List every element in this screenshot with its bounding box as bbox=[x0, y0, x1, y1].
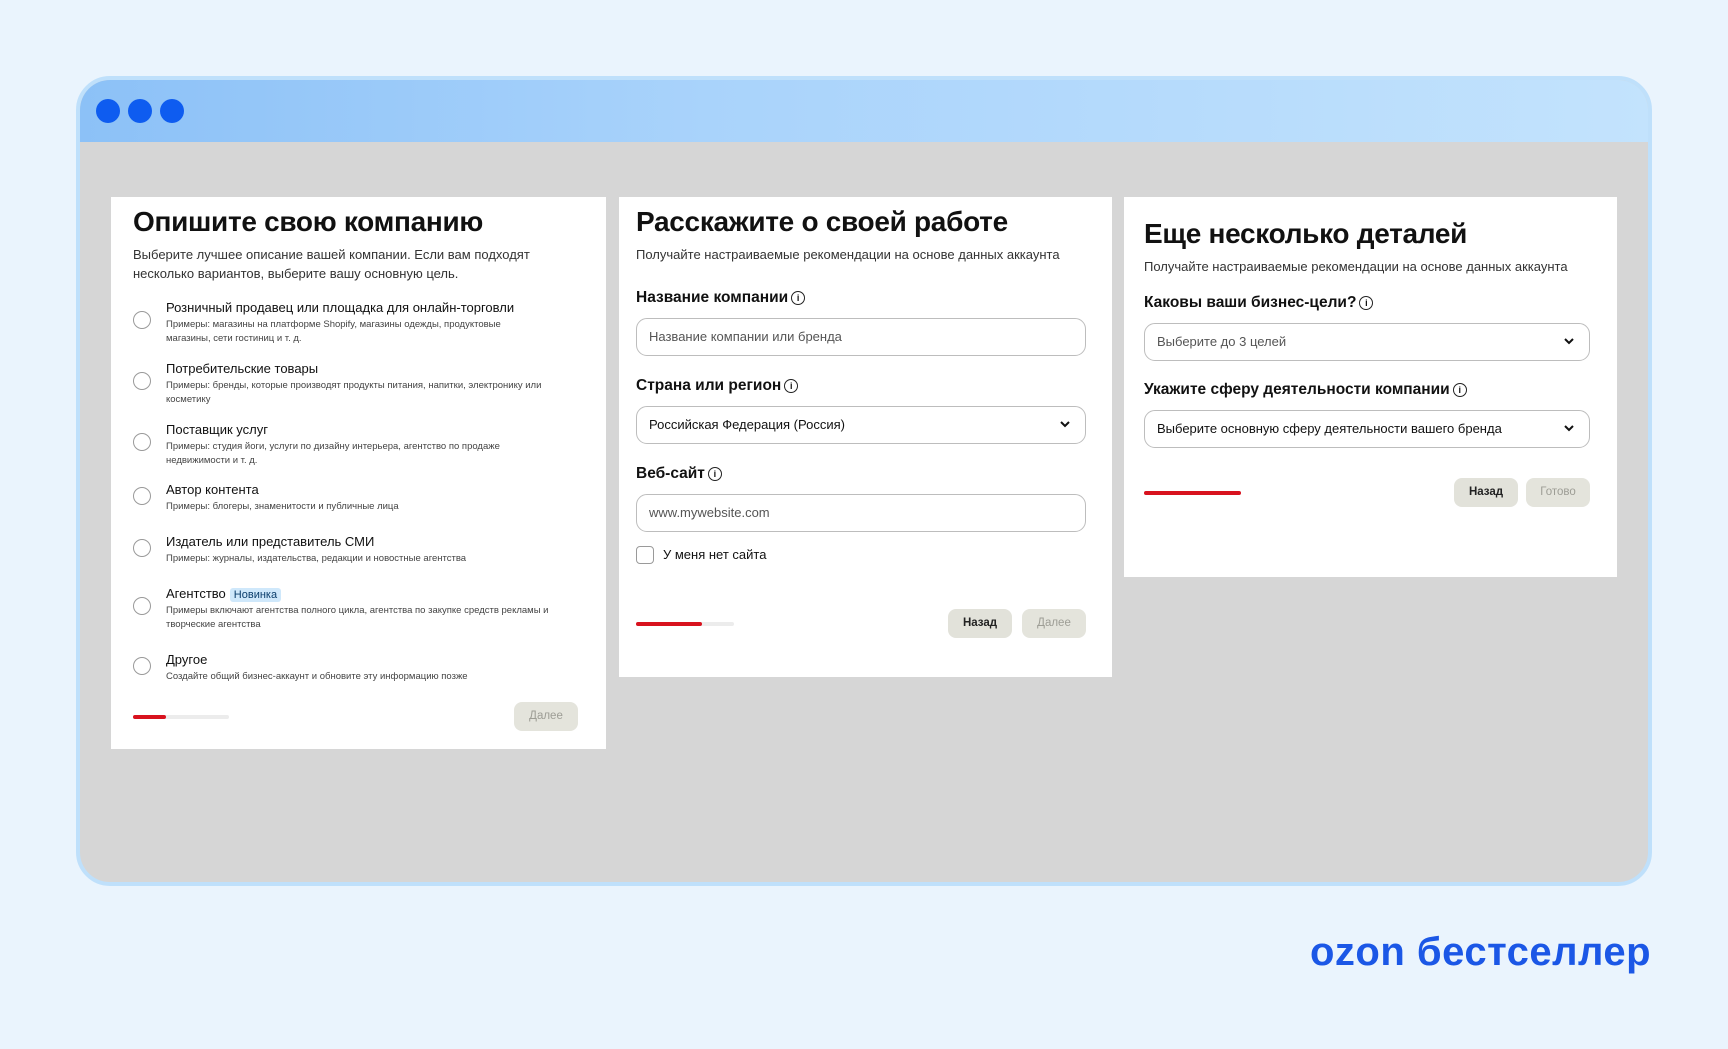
chevron-down-icon bbox=[1060, 421, 1070, 428]
info-icon[interactable]: i bbox=[1359, 296, 1374, 310]
radio-button[interactable] bbox=[133, 657, 151, 675]
browser-window: Опишите свою компанию Выберите лучшее оп… bbox=[76, 76, 1652, 886]
company-name-label: Название компании i bbox=[636, 289, 806, 307]
option-desc: Примеры: блогеры, знаменитости и публичн… bbox=[166, 501, 399, 512]
option-title: Поставщик услуг bbox=[166, 422, 268, 437]
option-title: Агентство bbox=[166, 586, 226, 601]
window-titlebar bbox=[80, 80, 1648, 142]
card2-subtitle: Получайте настраиваемые рекомендации на … bbox=[636, 247, 1060, 262]
industry-label-text: Укажите сферу деятельности компании bbox=[1144, 381, 1450, 398]
option-desc: Примеры: журналы, издательства, редакции… bbox=[166, 553, 467, 564]
website-label-text: Веб-сайт bbox=[636, 465, 705, 482]
option-desc: Примеры: студия йоги, услуги по дизайну … bbox=[166, 441, 500, 466]
option-desc: Примеры: магазины на платформе Shopify, … bbox=[166, 319, 501, 344]
no-website-checkbox[interactable] bbox=[636, 546, 654, 564]
option-service-provider[interactable]: Поставщик услуг Примеры: студия йоги, усл… bbox=[133, 421, 584, 468]
card3-title: Еще несколько деталей bbox=[1144, 218, 1468, 249]
country-select-value: Российская Федерация (Россия) bbox=[649, 417, 845, 432]
industry-select[interactable]: Выберите основную сферу деятельности ваш… bbox=[1144, 410, 1590, 448]
radio-button[interactable] bbox=[133, 487, 151, 505]
business-goals-select[interactable]: Выберите до 3 целей bbox=[1144, 323, 1590, 361]
country-label-text: Страна или регион bbox=[636, 377, 782, 394]
option-desc: Создайте общий бизнес-аккаунт и обновите… bbox=[166, 671, 468, 682]
company-name-label-text: Название компании bbox=[636, 289, 789, 306]
progress-fill bbox=[636, 622, 702, 626]
progress-fill bbox=[1144, 491, 1241, 495]
chevron-down-icon bbox=[1564, 338, 1574, 345]
no-website-label: У меня нет сайта bbox=[663, 547, 767, 562]
option-retail[interactable]: Розничный продавец или площадка для онла… bbox=[133, 299, 584, 346]
new-badge: Новинка bbox=[229, 588, 282, 602]
progress-bar bbox=[1144, 491, 1241, 495]
back-button[interactable]: Назад bbox=[948, 609, 1012, 638]
progress-fill bbox=[133, 715, 166, 719]
card1-subtitle: Выберите лучшее описание вашей компании.… bbox=[133, 247, 530, 281]
option-agency[interactable]: Агентство Новинка Примеры включают агентст… bbox=[133, 585, 584, 632]
option-title: Другое bbox=[166, 652, 208, 667]
country-label: Страна или регион i bbox=[636, 377, 799, 395]
window-control-dot[interactable] bbox=[96, 99, 120, 123]
done-button[interactable]: Готово bbox=[1526, 478, 1590, 507]
website-input[interactable]: www.mywebsite.com bbox=[636, 494, 1086, 532]
business-goals-select-value: Выберите до 3 целей bbox=[1157, 334, 1287, 349]
option-desc: Примеры включают агентства полного цикла… bbox=[166, 605, 549, 630]
radio-button[interactable] bbox=[133, 597, 151, 615]
card-more-details: Еще несколько деталей Получайте настраив… bbox=[1124, 197, 1617, 577]
option-title: Потребительские товары bbox=[166, 361, 319, 376]
card1-title: Опишите свою компанию bbox=[133, 206, 484, 237]
industry-select-value: Выберите основную сферу деятельности ваш… bbox=[1157, 421, 1502, 436]
radio-button[interactable] bbox=[133, 539, 151, 557]
country-select[interactable]: Российская Федерация (Россия) bbox=[636, 406, 1086, 444]
progress-bar bbox=[636, 622, 734, 626]
option-desc: Примеры: бренды, которые производят прод… bbox=[166, 380, 542, 405]
company-name-input[interactable]: Название компании или бренда bbox=[636, 318, 1086, 356]
card-about-work: Расскажите о своей работе Получайте наст… bbox=[619, 197, 1112, 677]
option-title: Розничный продавец или площадка для онла… bbox=[166, 300, 515, 315]
option-publisher[interactable]: Издатель или представитель СМИ Примеры: ж… bbox=[133, 533, 584, 566]
radio-button[interactable] bbox=[133, 372, 151, 390]
info-icon[interactable]: i bbox=[707, 467, 722, 481]
progress-bar bbox=[133, 715, 229, 719]
ozon-bestseller-logo: ozon бестселлер bbox=[1310, 930, 1652, 974]
option-content-creator[interactable]: Автор контента Примеры: блогеры, знаменит… bbox=[133, 481, 584, 514]
industry-label: Укажите сферу деятельности компании i bbox=[1144, 381, 1467, 399]
window-control-dot[interactable] bbox=[128, 99, 152, 123]
info-icon[interactable]: i bbox=[791, 291, 806, 305]
radio-button[interactable] bbox=[133, 433, 151, 451]
radio-button[interactable] bbox=[133, 311, 151, 329]
next-button[interactable]: Далее bbox=[1022, 609, 1086, 638]
chevron-down-icon bbox=[1564, 425, 1574, 432]
card3-subtitle: Получайте настраиваемые рекомендации на … bbox=[1144, 259, 1568, 274]
business-goals-label: Каковы ваши бизнес-цели? i bbox=[1144, 294, 1374, 312]
website-label: Веб-сайт i bbox=[636, 465, 722, 483]
window-control-dot[interactable] bbox=[160, 99, 184, 123]
option-other[interactable]: Другое Создайте общий бизнес-аккаунт и об… bbox=[133, 651, 584, 684]
back-button[interactable]: Назад bbox=[1454, 478, 1518, 507]
card-describe-company: Опишите свою компанию Выберите лучшее оп… bbox=[111, 197, 606, 749]
option-consumer-goods[interactable]: Потребительские товары Примеры: бренды, к… bbox=[133, 360, 584, 407]
option-title: Автор контента bbox=[166, 482, 259, 497]
info-icon[interactable]: i bbox=[1452, 383, 1467, 397]
next-button[interactable]: Далее bbox=[514, 702, 578, 731]
info-icon[interactable]: i bbox=[784, 379, 799, 393]
business-goals-label-text: Каковы ваши бизнес-цели? bbox=[1144, 294, 1357, 311]
card2-title: Расскажите о своей работе bbox=[636, 206, 1008, 237]
option-title: Издатель или представитель СМИ bbox=[166, 534, 375, 549]
